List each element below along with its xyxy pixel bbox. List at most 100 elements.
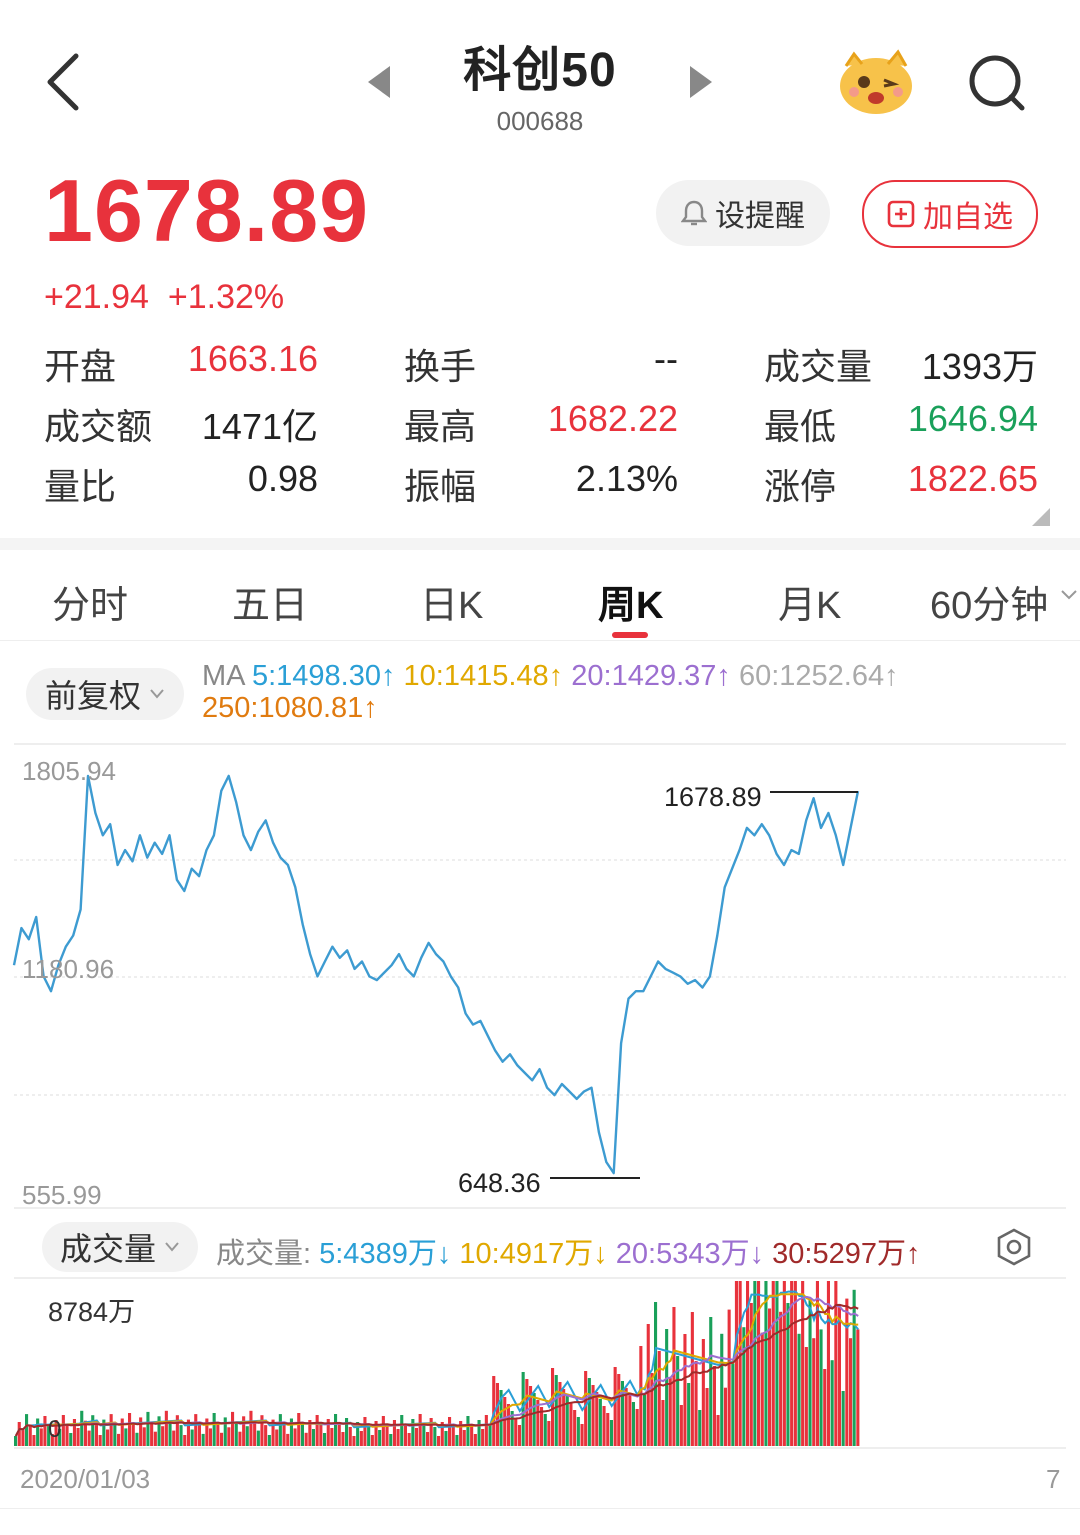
stat-label: 振幅	[404, 466, 477, 507]
volume-bar	[403, 1424, 407, 1446]
add-watchlist-button[interactable]: 加自选	[862, 180, 1038, 248]
volume-bar	[554, 1375, 558, 1446]
adjust-select[interactable]: 前复权	[26, 668, 184, 720]
volume-bar	[278, 1414, 282, 1446]
vol20-value: 20:5343万↓	[615, 1238, 765, 1270]
volume-bar	[234, 1421, 238, 1446]
ma20-value: 20:1429.37↑	[571, 660, 731, 692]
volume-bar	[128, 1413, 132, 1446]
volume-bar	[330, 1428, 334, 1446]
volume-bar	[742, 1327, 746, 1446]
stat-value: 1471亿	[201, 406, 318, 447]
volume-bar	[17, 1422, 21, 1446]
volume-bar	[738, 1281, 742, 1446]
volume-zero-label: 0	[48, 1416, 62, 1443]
bell-icon	[681, 200, 707, 226]
vol30-value: 30:5297万↑	[772, 1238, 921, 1270]
volume-bar	[815, 1281, 819, 1446]
volume-bar	[194, 1414, 198, 1446]
ma-prefix: MA	[202, 660, 244, 692]
volume-bar	[323, 1433, 327, 1446]
volume-bar	[797, 1333, 801, 1446]
volume-bar	[131, 1422, 135, 1446]
volume-bar	[698, 1410, 702, 1446]
stat-label: 最低	[764, 406, 837, 447]
volume-bar	[573, 1410, 577, 1446]
stat-value: 1393万	[921, 346, 1038, 387]
volume-bar	[705, 1388, 709, 1446]
volume-bar	[216, 1422, 220, 1446]
mascot-icon[interactable]	[836, 46, 916, 116]
volume-bar	[275, 1429, 279, 1446]
tab-item[interactable]: 日K	[420, 574, 483, 629]
volume-bar	[201, 1433, 205, 1446]
ma10-value: 10:1415.48↑	[403, 660, 564, 692]
volume-select[interactable]: 成交量	[42, 1222, 198, 1272]
stat-label: 涨停	[764, 466, 837, 507]
volume-bar	[25, 1414, 29, 1446]
volume-bar	[631, 1402, 635, 1446]
volume-bar	[120, 1418, 124, 1446]
set-alert-button[interactable]: 设提醒	[656, 180, 830, 246]
volume-bar	[525, 1379, 529, 1446]
volume-bar	[91, 1415, 95, 1446]
volume-bar	[267, 1435, 271, 1446]
search-icon[interactable]	[968, 54, 1026, 112]
chevron-down-icon[interactable]	[1060, 588, 1078, 602]
volume-bar	[720, 1333, 724, 1446]
high-annotation: 1678.89	[664, 782, 762, 812]
volume-bar	[624, 1388, 628, 1446]
volume-bar	[690, 1312, 694, 1446]
volume-bar	[418, 1414, 422, 1446]
volume-bar	[595, 1392, 599, 1446]
ma250-value: 250:1080.81↑	[202, 692, 378, 724]
y-axis-mid: 1180.96	[22, 954, 115, 984]
volume-bar	[334, 1414, 338, 1446]
volume-bar	[14, 1436, 18, 1446]
volume-bar	[845, 1298, 849, 1446]
add-watchlist-label: 加自选	[923, 201, 1013, 234]
ma5-value: 5:1498.30↑	[251, 660, 396, 692]
volume-bar	[451, 1426, 455, 1446]
tab-item[interactable]: 60分钟	[930, 574, 1048, 629]
plus-box-icon	[887, 200, 915, 228]
volume-bar	[716, 1415, 720, 1446]
volume-bar	[297, 1413, 301, 1446]
volume-bar	[679, 1405, 683, 1446]
tab-item[interactable]: 分时	[52, 574, 128, 629]
volume-bar	[569, 1403, 573, 1446]
volume-bar	[304, 1432, 308, 1446]
volume-bar	[28, 1426, 32, 1446]
expand-corner-icon[interactable]	[1030, 508, 1050, 526]
tab-item[interactable]: 五日	[232, 574, 308, 629]
volume-bar	[757, 1281, 761, 1446]
volume-bar	[378, 1430, 382, 1446]
tab-item[interactable]: 月K	[778, 574, 841, 629]
section-divider	[0, 538, 1080, 550]
price-chart[interactable]	[0, 740, 1080, 1210]
volume-bar	[734, 1281, 738, 1446]
volume-bar	[540, 1407, 544, 1446]
volume-bar	[830, 1360, 834, 1446]
low-annotation: 648.36	[458, 1168, 541, 1198]
volume-bar	[532, 1393, 536, 1446]
volume-bar	[245, 1426, 249, 1446]
volume-bar	[142, 1427, 146, 1446]
stat-value: 1682.22	[547, 398, 678, 439]
volume-bar	[172, 1430, 176, 1446]
volume-bar	[381, 1416, 385, 1446]
settings-hex-icon[interactable]	[996, 1228, 1032, 1266]
date-end: 7	[1046, 1464, 1061, 1494]
next-stock-icon[interactable]	[690, 66, 712, 98]
volume-bar	[804, 1347, 808, 1446]
volume-bar	[606, 1413, 610, 1446]
chevron-down-icon	[150, 689, 164, 699]
volume-bar	[650, 1373, 654, 1446]
volume-bar	[21, 1429, 25, 1446]
volume-chart[interactable]	[0, 1276, 1080, 1451]
volume-bar	[370, 1435, 374, 1446]
set-alert-label: 设提醒	[715, 200, 805, 233]
tab-item[interactable]: 周K	[598, 574, 663, 629]
volume-bar	[293, 1428, 297, 1446]
volume-bar	[238, 1431, 242, 1446]
